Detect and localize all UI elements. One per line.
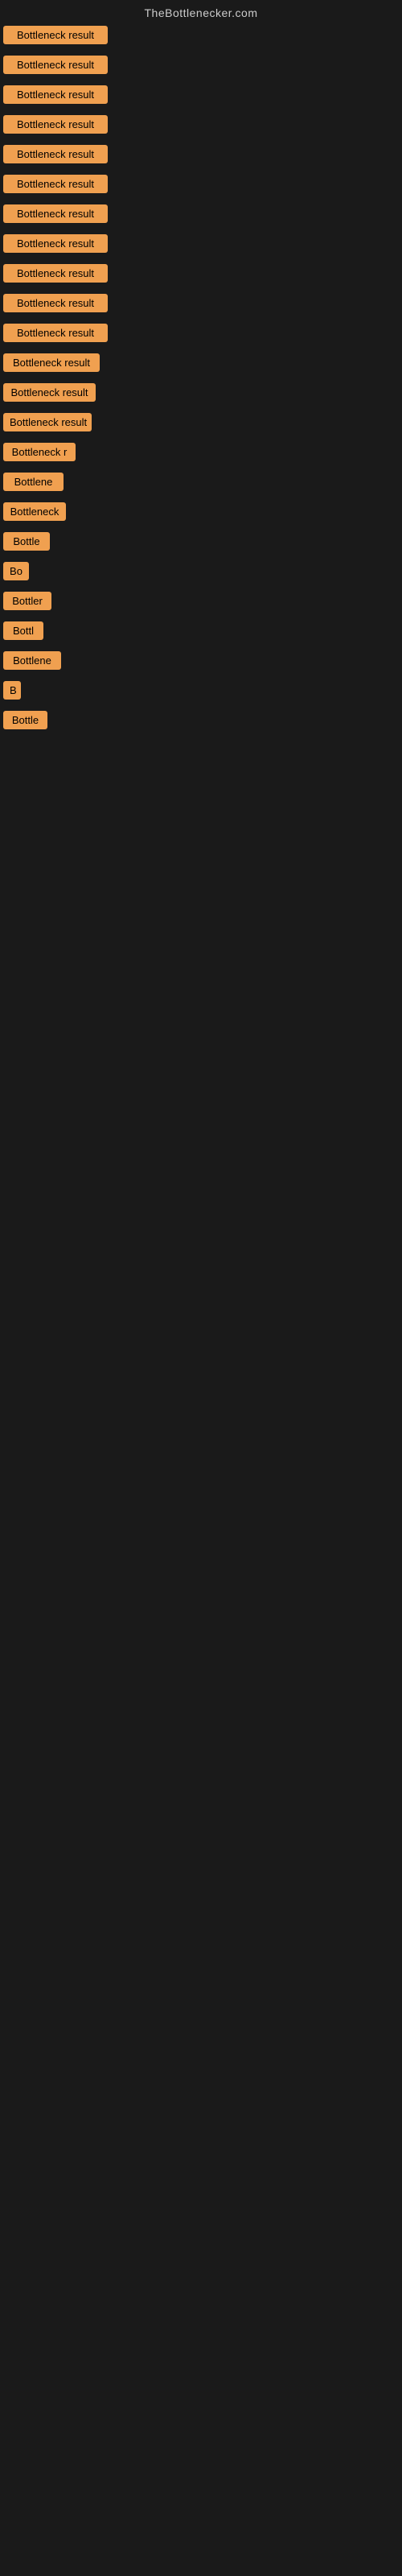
bottleneck-result-button-3[interactable]: Bottleneck result	[3, 85, 108, 104]
bottleneck-result-button-19[interactable]: Bo	[3, 562, 29, 580]
button-row-21: Bottl	[0, 613, 402, 643]
bottleneck-result-button-14[interactable]: Bottleneck result	[3, 413, 92, 431]
bottleneck-result-button-1[interactable]: Bottleneck result	[3, 26, 108, 44]
button-row-17: Bottleneck	[0, 494, 402, 524]
site-title: TheBottlenecker.com	[0, 0, 402, 23]
button-row-12: Bottleneck result	[0, 345, 402, 375]
button-row-20: Bottler	[0, 584, 402, 613]
bottleneck-result-button-21[interactable]: Bottl	[3, 621, 43, 640]
button-row-14: Bottleneck result	[0, 405, 402, 435]
button-row-13: Bottleneck result	[0, 375, 402, 405]
site-title-container: TheBottlenecker.com	[0, 0, 402, 23]
bottleneck-result-button-8[interactable]: Bottleneck result	[3, 234, 108, 253]
button-row-15: Bottleneck r	[0, 435, 402, 464]
bottleneck-result-button-22[interactable]: Bottlene	[3, 651, 61, 670]
button-row-24: Bottle	[0, 703, 402, 733]
button-row-5: Bottleneck result	[0, 137, 402, 167]
buttons-container: Bottleneck result Bottleneck result Bottle…	[0, 23, 402, 733]
bottleneck-result-button-11[interactable]: Bottleneck result	[3, 324, 108, 342]
bottleneck-result-button-7[interactable]: Bottleneck result	[3, 204, 108, 223]
button-row-8: Bottleneck result	[0, 226, 402, 256]
button-row-4: Bottleneck result	[0, 107, 402, 137]
bottleneck-result-button-6[interactable]: Bottleneck result	[3, 175, 108, 193]
button-row-10: Bottleneck result	[0, 286, 402, 316]
button-row-16: Bottlene	[0, 464, 402, 494]
button-row-9: Bottleneck result	[0, 256, 402, 286]
bottleneck-result-button-24[interactable]: Bottle	[3, 711, 47, 729]
button-row-6: Bottleneck result	[0, 167, 402, 196]
bottleneck-result-button-18[interactable]: Bottle	[3, 532, 50, 551]
button-row-2: Bottleneck result	[0, 47, 402, 77]
bottleneck-result-button-9[interactable]: Bottleneck result	[3, 264, 108, 283]
bottleneck-result-button-15[interactable]: Bottleneck r	[3, 443, 76, 461]
bottleneck-result-button-2[interactable]: Bottleneck result	[3, 56, 108, 74]
bottleneck-result-button-12[interactable]: Bottleneck result	[3, 353, 100, 372]
button-row-3: Bottleneck result	[0, 77, 402, 107]
button-row-11: Bottleneck result	[0, 316, 402, 345]
bottleneck-result-button-20[interactable]: Bottler	[3, 592, 51, 610]
bottleneck-result-button-10[interactable]: Bottleneck result	[3, 294, 108, 312]
button-row-22: Bottlene	[0, 643, 402, 673]
button-row-7: Bottleneck result	[0, 196, 402, 226]
button-row-19: Bo	[0, 554, 402, 584]
bottleneck-result-button-5[interactable]: Bottleneck result	[3, 145, 108, 163]
bottleneck-result-button-23[interactable]: B	[3, 681, 21, 700]
bottleneck-result-button-17[interactable]: Bottleneck	[3, 502, 66, 521]
button-row-18: Bottle	[0, 524, 402, 554]
bottleneck-result-button-4[interactable]: Bottleneck result	[3, 115, 108, 134]
bottleneck-result-button-13[interactable]: Bottleneck result	[3, 383, 96, 402]
button-row-23: B	[0, 673, 402, 703]
button-row-1: Bottleneck result	[0, 23, 402, 47]
bottleneck-result-button-16[interactable]: Bottlene	[3, 473, 64, 491]
